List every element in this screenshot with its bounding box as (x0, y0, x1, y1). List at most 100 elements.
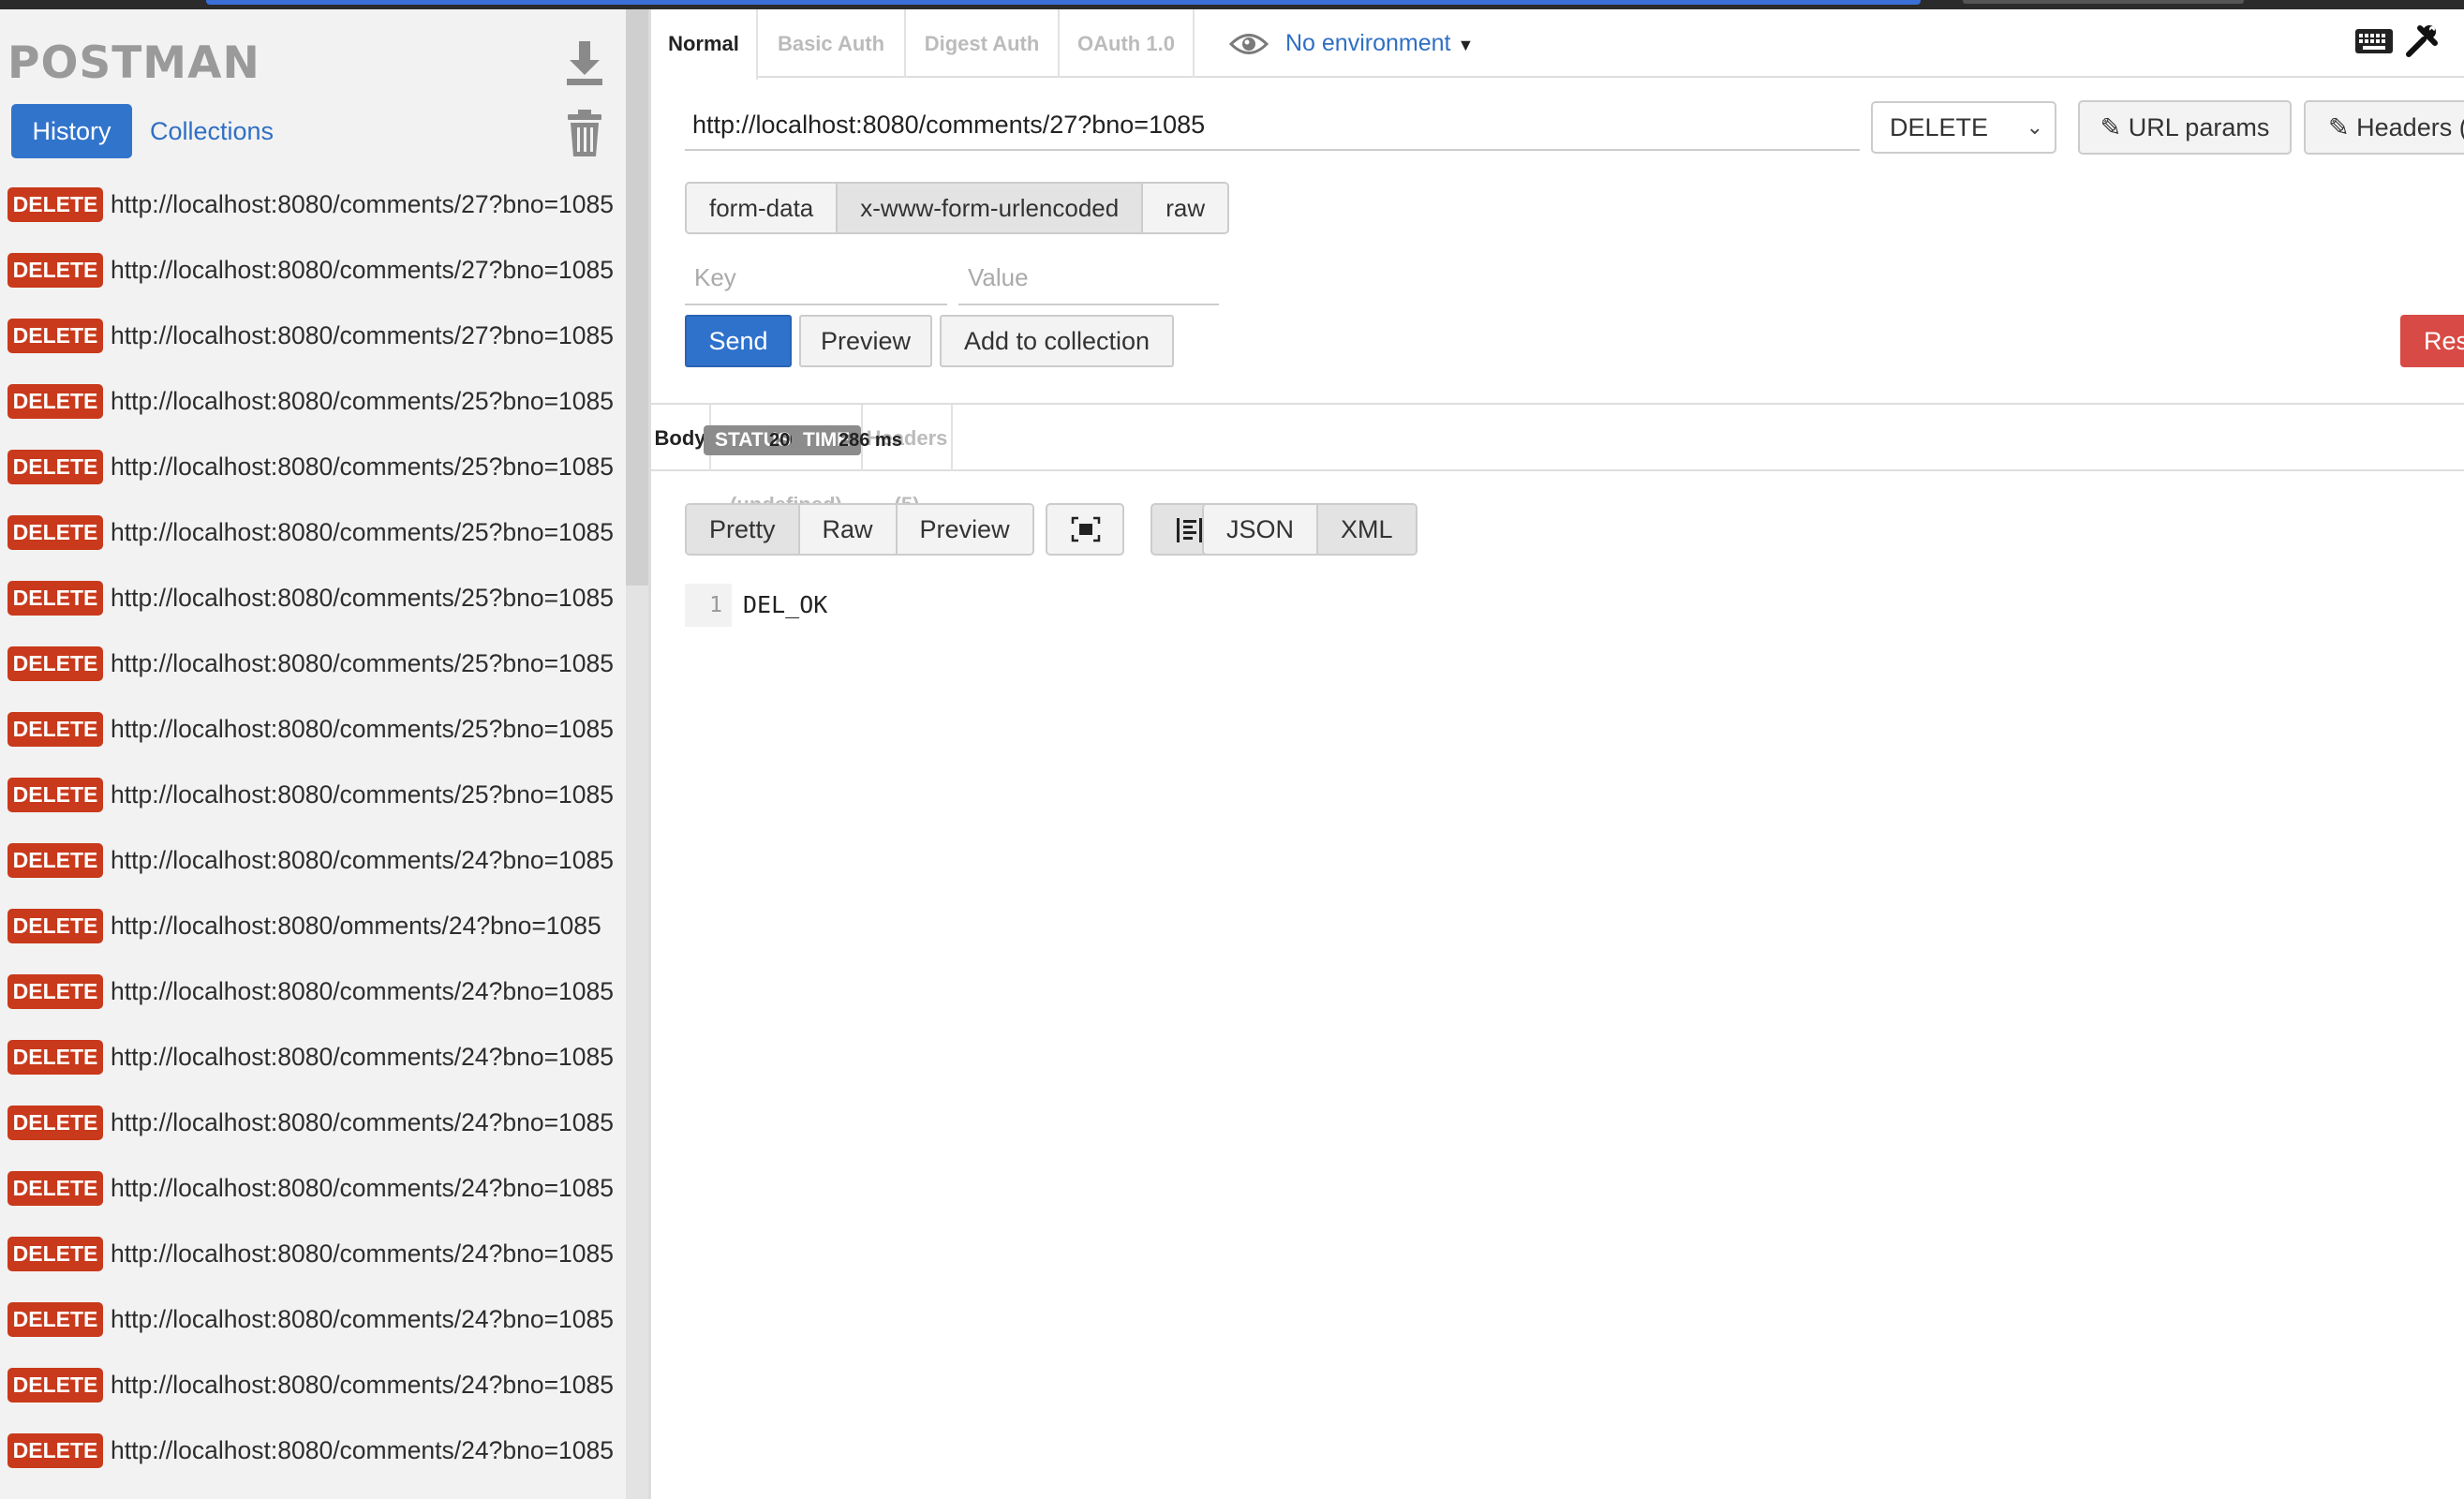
history-item[interactable]: DELETEhttp://localhost:8080/comments/24?… (0, 1495, 626, 1499)
sidebar-scrollbar-thumb[interactable] (626, 9, 648, 586)
history-item[interactable]: DELETE http://localhost:8080/comments/25?… (0, 708, 626, 774)
history-item-url[interactable]: http://localhost:8080/comments/24?bno=10… (111, 1170, 614, 1206)
history-item[interactable]: DELETE http://localhost:8080/comments/27?… (0, 184, 626, 249)
history-item-url[interactable]: http://localhost:8080/comments/25?bno=10… (111, 580, 614, 616)
add-to-collection-button[interactable]: Add to collection (940, 315, 1174, 367)
response-body-text[interactable]: DEL_OK (743, 584, 827, 627)
history-item[interactable]: DELETEhttp://localhost:8080/comments/24?… (0, 1430, 626, 1495)
history-item-url[interactable]: http://localhost:8080/comments/24?bno=10… (111, 1367, 614, 1403)
tab-response-body[interactable]: Body (651, 405, 711, 471)
wrench-icon[interactable] (2405, 24, 2439, 58)
history-item-url[interactable]: http://localhost:8080/omments/24?bno=108… (111, 908, 601, 943)
environment-selector[interactable]: No environment ▼ (1285, 9, 1474, 78)
history-list: DELETE http://localhost:8080/comments/27?… (0, 184, 626, 1499)
history-item-url[interactable]: http://localhost:8080/comments/25?bno=10… (111, 777, 614, 812)
send-button[interactable]: Send (685, 315, 792, 367)
history-item[interactable]: DELETE http://localhost:8080/comments/25?… (0, 380, 626, 446)
preview-button[interactable]: Preview (799, 315, 932, 367)
tab-normal[interactable]: Normal (651, 9, 758, 80)
history-item[interactable]: DELETEhttp://localhost:8080/comments/24?… (0, 1102, 626, 1167)
format-json[interactable]: JSON (1204, 505, 1319, 554)
body-type-form-data[interactable]: form-data (687, 184, 839, 232)
browser-top-strip (0, 0, 2464, 9)
history-item[interactable]: DELETEhttp://localhost:8080/comments/24?… (0, 971, 626, 1036)
history-item-url[interactable]: http://localhost:8080/comments/24?bno=10… (111, 842, 614, 878)
url-params-button[interactable]: ✎ URL params (2078, 100, 2292, 155)
method-badge: DELETE (7, 1040, 103, 1075)
history-item-url[interactable]: http://localhost:8080/comments/24?bno=10… (111, 1301, 614, 1337)
history-item-url[interactable]: http://localhost:8080/comments/27?bno=10… (111, 186, 614, 222)
method-badge: DELETE (7, 1302, 103, 1337)
method-select[interactable]: DELETE ⌄ (1871, 101, 2056, 154)
history-item[interactable]: DELETEhttp://localhost:8080/comments/24?… (0, 1036, 626, 1102)
line-number: 1 (685, 584, 732, 627)
sidebar-scrollbar[interactable] (626, 9, 648, 1499)
headers-button[interactable]: ✎ Headers ( (2304, 100, 2464, 155)
history-item-url[interactable]: http://localhost:8080/comments/25?bno=10… (111, 449, 614, 484)
view-mode-preview[interactable]: Preview (897, 505, 1032, 554)
history-item[interactable]: DELETE http://localhost:8080/comments/25?… (0, 512, 626, 577)
response-tabs-bar: Body Cookies (undefined) Headers (5) STA… (651, 403, 2464, 516)
sidebar: POSTMAN History Collections DELETE http:/… (0, 9, 648, 1499)
main-panel: Normal Basic Auth Digest Auth OAuth 1.0 … (651, 9, 2464, 1499)
history-item-url[interactable]: http://localhost:8080/comments/27?bno=10… (111, 252, 614, 288)
history-item[interactable]: DELETE http://localhost:8080/comments/25?… (0, 577, 626, 643)
history-item-url[interactable]: http://localhost:8080/comments/27?bno=10… (111, 318, 614, 353)
history-item[interactable]: DELETEhttp://localhost:8080/comments/24?… (0, 1167, 626, 1233)
history-item-url[interactable]: http://localhost:8080/comments/25?bno=10… (111, 514, 614, 550)
method-badge: DELETE (7, 1106, 103, 1140)
history-item-url[interactable]: http://localhost:8080/comments/25?bno=10… (111, 383, 614, 419)
browser-tab-active (206, 0, 1921, 5)
browser-tab-inactive (1963, 0, 2244, 4)
view-mode-raw[interactable]: Raw (799, 505, 898, 554)
history-item-url[interactable]: http://localhost:8080/comments/24?bno=10… (111, 1236, 614, 1271)
key-input[interactable]: Key (685, 249, 947, 305)
value-input[interactable]: Value (958, 249, 1219, 305)
view-mode-group: Pretty Raw Preview (685, 503, 1034, 556)
method-badge: DELETE (7, 712, 103, 747)
history-item-url[interactable]: http://localhost:8080/comments/25?bno=10… (111, 646, 614, 681)
tab-oauth[interactable]: OAuth 1.0 (1060, 9, 1195, 78)
reset-button[interactable]: Res (2400, 315, 2464, 367)
history-item[interactable]: DELETE http://localhost:8080/comments/25?… (0, 643, 626, 708)
history-item[interactable]: DELETE http://localhost:8080/comments/27?… (0, 315, 626, 380)
body-type-urlencoded[interactable]: x-www-form-urlencoded (838, 184, 1144, 232)
view-mode-pretty[interactable]: Pretty (687, 505, 800, 554)
tab-digest-auth[interactable]: Digest Auth (906, 9, 1060, 78)
history-item-url[interactable]: http://localhost:8080/comments/25?bno=10… (111, 711, 614, 747)
method-badge: DELETE (7, 253, 103, 288)
history-item[interactable]: DELETE http://localhost:8080/comments/25?… (0, 774, 626, 839)
tab-collections[interactable]: Collections (150, 104, 274, 158)
format-xml[interactable]: XML (1318, 505, 1416, 554)
history-item[interactable]: DELETE http://localhost:8080/comments/25?… (0, 446, 626, 512)
request-url-input[interactable] (685, 100, 1860, 151)
fullscreen-button[interactable] (1046, 503, 1124, 556)
keyboard-icon[interactable] (2354, 26, 2394, 56)
history-item-url[interactable]: http://localhost:8080/comments/24?bno=10… (111, 1105, 614, 1140)
history-item[interactable]: DELETEhttp://localhost:8080/comments/24?… (0, 1299, 626, 1364)
method-badge: DELETE (7, 843, 103, 878)
history-item[interactable]: DELETE http://localhost:8080/comments/27?… (0, 249, 626, 315)
history-item[interactable]: DELETEhttp://localhost:8080/comments/24?… (0, 1364, 626, 1430)
eye-icon[interactable] (1229, 30, 1269, 58)
trash-icon[interactable] (565, 109, 604, 157)
url-params-label: URL params (2128, 113, 2270, 141)
method-badge: DELETE (7, 515, 103, 550)
history-item[interactable]: DELETEhttp://localhost:8080/comments/24?… (0, 839, 626, 905)
history-item[interactable]: DELETE http://localhost:8080/omments/24?b… (0, 905, 626, 971)
tab-history[interactable]: History (11, 104, 132, 158)
history-item-url[interactable]: http://localhost:8080/comments/24?bno=10… (111, 1039, 614, 1075)
method-badge: DELETE (7, 319, 103, 353)
method-badge: DELETE (7, 909, 103, 943)
method-badge: DELETE (7, 187, 103, 222)
history-item-url[interactable]: http://localhost:8080/comments/24?bno=10… (111, 973, 614, 1009)
tab-basic-auth[interactable]: Basic Auth (758, 9, 906, 78)
history-item[interactable]: DELETEhttp://localhost:8080/comments/24?… (0, 1233, 626, 1299)
format-group: JSON XML (1202, 503, 1418, 556)
edit-icon: ✎ (2328, 113, 2350, 141)
history-item-url[interactable]: http://localhost:8080/comments/24?bno=10… (111, 1432, 614, 1468)
download-icon[interactable] (565, 39, 604, 86)
method-badge: DELETE (7, 450, 103, 484)
body-type-raw[interactable]: raw (1143, 184, 1228, 232)
method-badge: DELETE (7, 1433, 103, 1468)
